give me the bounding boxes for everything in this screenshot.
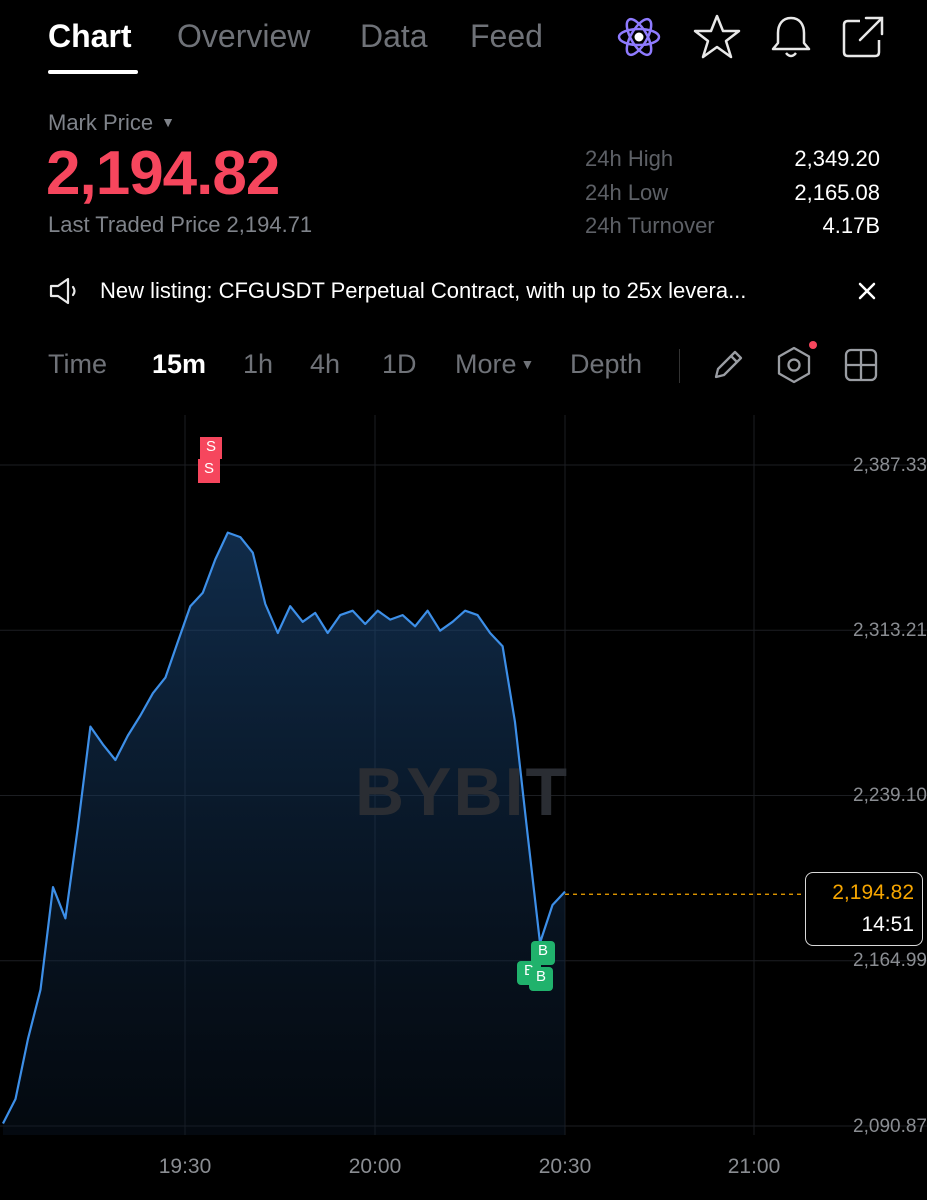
x-tick-label: 19:30 xyxy=(158,1155,212,1178)
top-tab-bar: Chart Overview Data Feed xyxy=(0,0,927,80)
announcement-text[interactable]: New listing: CFGUSDT Perpetual Contract,… xyxy=(100,278,746,304)
mark-price-label: Mark Price xyxy=(48,110,154,135)
depth-button[interactable]: Depth xyxy=(570,349,642,380)
stat-label-24h-turnover: 24h Turnover xyxy=(585,213,715,238)
announcement-bar[interactable]: New listing: CFGUSDT Perpetual Contract,… xyxy=(0,270,927,316)
last-traded-price: Last Traded Price 2,194.71 xyxy=(48,212,313,237)
notification-dot xyxy=(809,341,817,349)
star-icon[interactable] xyxy=(692,12,742,62)
candle-countdown: 14:51 xyxy=(861,913,914,936)
tab-overview[interactable]: Overview xyxy=(177,18,310,55)
caret-down-icon: ▼ xyxy=(161,114,175,130)
interval-4h[interactable]: 4h xyxy=(310,349,340,380)
y-tick-label: 2,239.10 xyxy=(853,785,927,806)
buy-marker[interactable]: B xyxy=(529,967,553,991)
more-label: More xyxy=(455,349,517,379)
layout-grid-icon[interactable] xyxy=(841,345,881,385)
x-tick-label: 21:00 xyxy=(727,1155,781,1178)
sell-marker[interactable]: S xyxy=(198,459,220,483)
more-dropdown[interactable]: More ▼ xyxy=(455,349,534,380)
bybit-watermark: BYBIT xyxy=(355,754,569,830)
tab-chart[interactable]: Chart xyxy=(48,18,132,55)
y-tick-label: 2,387.33 xyxy=(853,455,927,476)
x-tick-label: 20:00 xyxy=(348,1155,402,1178)
interval-15m[interactable]: 15m xyxy=(152,349,206,380)
atom-icon[interactable] xyxy=(614,12,664,62)
active-tab-underline xyxy=(48,70,138,74)
y-tick-label: 2,090.87 xyxy=(853,1116,927,1137)
toolbar-divider xyxy=(679,349,680,383)
time-button[interactable]: Time xyxy=(48,349,107,380)
settings-hexagon-icon[interactable] xyxy=(774,345,814,385)
y-tick-label: 2,164.99 xyxy=(853,950,927,971)
chart-toolbar: Time 15m 1h 4h 1D More ▼ Depth xyxy=(0,335,927,395)
mark-price-value: 2,194.82 xyxy=(46,139,280,208)
share-icon[interactable] xyxy=(838,12,888,62)
price-chart[interactable]: BYBIT 2,387.33 2,313.21 2,239.10 2,164.9… xyxy=(0,415,927,1200)
stat-value-24h-low: 2,165.08 xyxy=(794,180,880,205)
x-tick-label: 20:30 xyxy=(538,1155,592,1178)
tab-data[interactable]: Data xyxy=(360,18,428,55)
pencil-icon[interactable] xyxy=(708,345,748,385)
stat-value-24h-turnover: 4.17B xyxy=(822,213,881,238)
stat-value-24h-high: 2,349.20 xyxy=(794,146,880,171)
bell-icon[interactable] xyxy=(766,12,816,62)
sell-marker[interactable]: S xyxy=(200,437,222,459)
current-price-tag: 2,194.82 14:51 xyxy=(805,872,923,946)
tab-feed[interactable]: Feed xyxy=(470,18,543,55)
interval-1d[interactable]: 1D xyxy=(382,349,417,380)
speaker-icon xyxy=(49,277,76,305)
interval-1h[interactable]: 1h xyxy=(243,349,273,380)
current-price-value: 2,194.82 xyxy=(832,881,914,904)
y-tick-label: 2,313.21 xyxy=(853,620,927,641)
stat-label-24h-low: 24h Low xyxy=(585,180,669,205)
stat-label-24h-high: 24h High xyxy=(585,146,674,171)
price-area-fill xyxy=(3,532,565,1135)
mark-price-selector[interactable]: Mark Price ▼ xyxy=(48,110,175,136)
caret-down-icon: ▼ xyxy=(520,356,535,372)
close-icon[interactable] xyxy=(852,276,882,306)
